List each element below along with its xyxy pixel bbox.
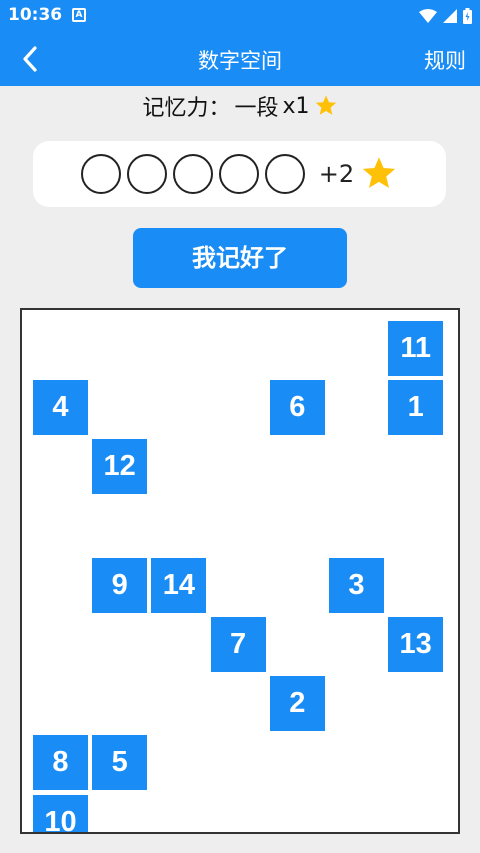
- number-tile[interactable]: 13: [388, 617, 444, 672]
- app-bar: 数字空间 规则: [0, 32, 480, 86]
- answer-slot[interactable]: [80, 154, 121, 194]
- answer-slot[interactable]: [172, 154, 213, 194]
- answer-card: +2: [33, 141, 446, 207]
- accessibility-badge-icon: A: [72, 8, 86, 22]
- battery-icon: [463, 8, 472, 24]
- reward-star-icon: [363, 157, 396, 188]
- number-tile[interactable]: 6: [269, 380, 325, 436]
- memory-level-value: 一段: [234, 96, 279, 121]
- answer-slot[interactable]: [264, 154, 305, 194]
- memory-label: 记忆力：: [142, 96, 231, 121]
- number-tile[interactable]: 3: [329, 557, 384, 613]
- game-board: 11 4 6 1 12 9 14 3 7 13 2 8 5 10: [20, 308, 460, 834]
- number-tile[interactable]: 5: [92, 735, 148, 791]
- rules-button[interactable]: 规则: [424, 45, 466, 75]
- remember-button[interactable]: 我记好了: [133, 228, 347, 288]
- number-tile[interactable]: 8: [33, 735, 88, 791]
- answer-slot[interactable]: [126, 154, 167, 194]
- status-bar: 10:36 A: [0, 0, 480, 32]
- signal-icon: [443, 9, 457, 23]
- number-tile[interactable]: 14: [151, 557, 207, 613]
- number-tile[interactable]: 7: [210, 617, 266, 672]
- status-icons: [419, 7, 472, 25]
- number-tile[interactable]: 9: [92, 557, 148, 613]
- number-tile[interactable]: 11: [388, 321, 444, 376]
- answer-slot[interactable]: [218, 154, 259, 194]
- number-tile[interactable]: 12: [92, 439, 148, 495]
- wifi-icon: [419, 9, 437, 23]
- star-icon: [315, 95, 336, 115]
- number-tile[interactable]: 10: [33, 794, 88, 832]
- number-tile[interactable]: 2: [269, 676, 325, 732]
- number-tile[interactable]: 1: [388, 380, 444, 436]
- status-time: 10:36: [8, 5, 63, 25]
- number-tile[interactable]: 4: [33, 380, 88, 436]
- memory-level: 记忆力： 一段 x1: [0, 90, 480, 122]
- reward-points: +2: [318, 160, 355, 188]
- page-title: 数字空间: [198, 49, 282, 73]
- memory-multiplier: x1: [282, 93, 310, 119]
